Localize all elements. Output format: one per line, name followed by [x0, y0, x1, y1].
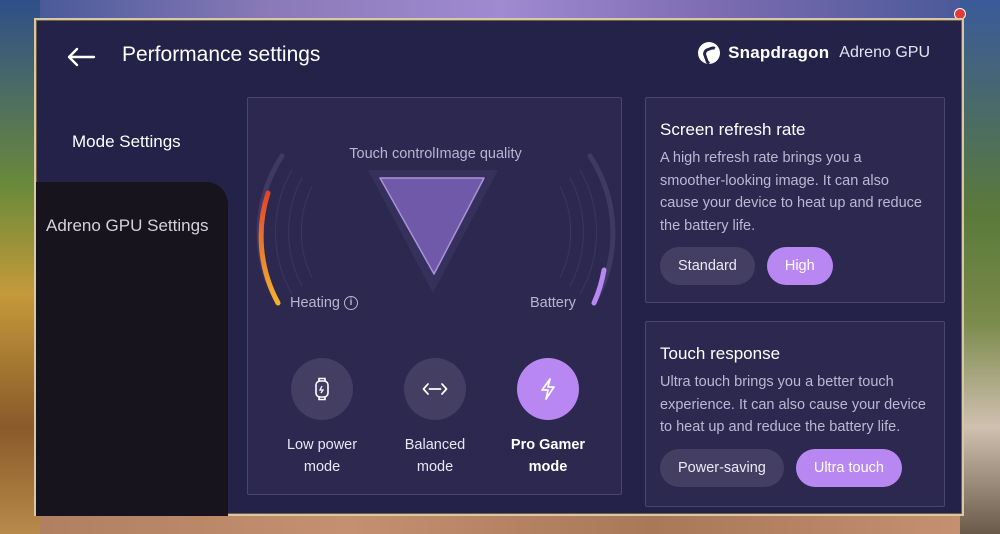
mode-button[interactable]: [404, 358, 466, 420]
brand: Snapdragon Adreno GPU: [698, 42, 930, 64]
mode-label-line2: mode: [303, 459, 341, 475]
mode-label-line1: Balanced: [404, 437, 466, 453]
brand-sub: Adreno GPU: [839, 44, 930, 61]
triangle-top-label: Touch controlImage quality: [349, 146, 522, 162]
brand-name: Snapdragon: [728, 43, 830, 62]
gauge-ticks-left: [275, 169, 313, 295]
sidebar-item-adreno-gpu-settings[interactable]: Adreno GPU Settings: [36, 182, 228, 516]
heating-text: Heating: [290, 295, 340, 311]
balance-arrows-icon: [422, 383, 448, 395]
sidebar-item-mode-settings[interactable]: Mode Settings: [36, 122, 228, 162]
mode-label-line2: mode: [416, 459, 454, 475]
refresh-rate-options: Standard High: [660, 247, 930, 285]
ultra-touch-button[interactable]: Ultra touch: [795, 448, 902, 487]
sidebar: Mode Settings Adreno GPU Settings: [36, 92, 228, 516]
watch-icon: [315, 377, 329, 401]
heating-label: Heating i: [290, 295, 358, 311]
performance-triangle: Touch controlImage quality Heating i Bat…: [248, 98, 623, 328]
heating-gauge-fill: [258, 190, 281, 306]
mode-balanced[interactable]: Balanced mode: [380, 358, 490, 478]
sidebar-item-label: Mode Settings: [72, 132, 181, 151]
touch-response-title: Touch response: [660, 344, 781, 363]
mode-pro-gamer[interactable]: Pro Gamer mode: [493, 358, 603, 478]
game-background-right: [960, 0, 1000, 534]
arrow-left-icon: [67, 47, 96, 67]
mode-options: Low power mode Balanced mode Pro Gamer m…: [248, 358, 623, 478]
mode-label-line1: Low power: [286, 437, 358, 453]
refresh-rate-card: Screen refresh rate A high refresh rate …: [645, 97, 945, 303]
touch-response-card: Touch response Ultra touch brings you a …: [645, 321, 945, 507]
lightning-icon: [541, 378, 555, 400]
mode-label: Balanced mode: [405, 434, 465, 478]
gauge-ticks-right: [559, 169, 597, 295]
mode-label: Low power mode: [287, 434, 357, 478]
game-background-bottom: [40, 514, 960, 534]
mode-button[interactable]: [517, 358, 579, 420]
performance-settings-panel: Performance settings Snapdragon Adreno G…: [34, 18, 964, 516]
mode-label: Pro Gamer mode: [511, 434, 585, 478]
refresh-rate-description: A high refresh rate brings you a smoothe…: [660, 150, 922, 234]
mode-card: Touch controlImage quality Heating i Bat…: [247, 97, 622, 495]
info-icon[interactable]: i: [343, 296, 358, 310]
touch-response-options: Power-saving Ultra touch: [660, 448, 930, 487]
mode-label-line1: Pro Gamer: [510, 437, 586, 453]
standard-button[interactable]: Standard: [660, 247, 755, 285]
mode-label-line2: mode: [528, 459, 568, 475]
sidebar-item-label: Adreno GPU Settings: [46, 216, 209, 235]
page-title: Performance settings: [122, 43, 321, 66]
refresh-rate-title: Screen refresh rate: [660, 120, 806, 139]
battery-label: Battery: [530, 295, 576, 311]
touch-response-description: Ultra touch brings you a better touch ex…: [660, 374, 926, 435]
high-button[interactable]: High: [766, 247, 833, 285]
header: Performance settings Snapdragon Adreno G…: [36, 20, 962, 92]
power-saving-button[interactable]: Power-saving: [660, 448, 784, 487]
triangle-graphic: [256, 153, 616, 306]
back-button[interactable]: [64, 40, 98, 74]
mode-low-power[interactable]: Low power mode: [267, 358, 377, 478]
snapdragon-logo-icon: [698, 42, 721, 64]
mode-button[interactable]: [291, 358, 353, 420]
